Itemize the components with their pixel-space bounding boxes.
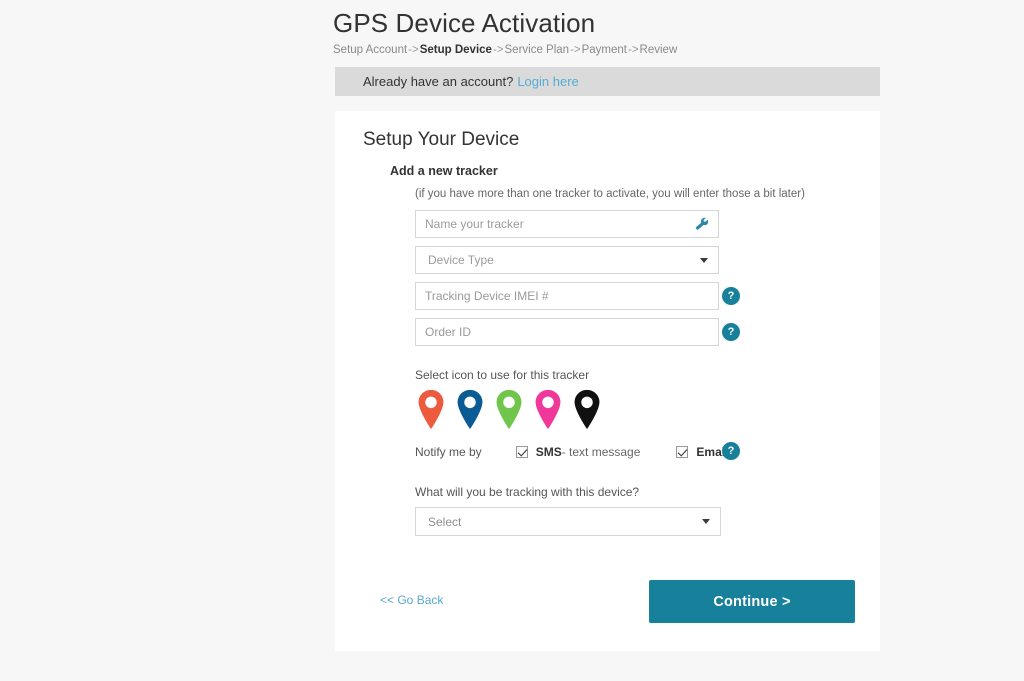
breadcrumb-step-setup-device[interactable]: Setup Device (420, 44, 492, 56)
tracker-name-placeholder: Name your tracker (425, 217, 524, 231)
notify-label: Notify me by (415, 445, 482, 459)
map-pin-pink-option[interactable] (530, 388, 566, 432)
page-header: GPS Device Activation Setup Account->Set… (333, 0, 893, 58)
chevron-down-icon (700, 257, 708, 263)
imei-input[interactable]: Tracking Device IMEI # (415, 282, 719, 310)
login-here-link[interactable]: Login here (517, 74, 578, 89)
sms-label-strong: SMS (535, 445, 562, 459)
breadcrumb-separator: -> (570, 44, 581, 56)
icon-picker-label: Select icon to use for this tracker (415, 368, 590, 382)
notify-help-icon[interactable]: ? (722, 442, 740, 460)
email-checkbox[interactable] (676, 446, 689, 458)
sms-checkbox[interactable] (515, 446, 528, 458)
icon-picker (413, 388, 605, 432)
go-back-link[interactable]: << Go Back (380, 593, 443, 607)
page-title: GPS Device Activation (333, 8, 596, 38)
map-pin-green-option[interactable] (491, 388, 527, 432)
section-heading-add-tracker: Add a new tracker (390, 164, 498, 178)
notify-row: Notify me by SMS - text message Email (415, 445, 728, 459)
device-type-select[interactable]: Device Type (415, 246, 719, 274)
imei-placeholder: Tracking Device IMEI # (425, 289, 549, 303)
breadcrumb-step-service-plan[interactable]: Service Plan (505, 44, 570, 56)
order-id-placeholder: Order ID (425, 325, 472, 339)
tracking-type-value: Select (428, 514, 462, 529)
breadcrumb: Setup Account->Setup Device->Service Pla… (333, 42, 893, 58)
breadcrumb-step-setup-account[interactable]: Setup Account (333, 44, 407, 56)
card-title: Setup Your Device (363, 129, 520, 150)
setup-device-card: Setup Your Device Add a new tracker (if … (335, 111, 880, 651)
breadcrumb-separator: -> (492, 44, 504, 56)
device-type-value: Device Type (428, 253, 494, 267)
order-id-help-icon[interactable]: ? (722, 323, 740, 341)
breadcrumb-separator: -> (628, 44, 639, 56)
breadcrumb-separator: -> (408, 44, 419, 56)
section-note: (if you have more than one tracker to ac… (415, 188, 805, 200)
sms-label-rest: - text message (561, 445, 641, 459)
tracker-name-input[interactable]: Name your tracker (415, 210, 719, 238)
order-id-input[interactable]: Order ID (415, 318, 719, 346)
login-alert-bar: Already have an account? Login here (335, 67, 880, 96)
map-pin-orange-option[interactable] (413, 388, 449, 432)
chevron-down-icon (702, 519, 710, 524)
map-pin-blue-option[interactable] (452, 388, 488, 432)
continue-button[interactable]: Continue > (649, 580, 855, 623)
map-pin-black-option[interactable] (569, 388, 605, 432)
breadcrumb-step-payment[interactable]: Payment (582, 44, 627, 56)
wrench-icon (695, 217, 709, 230)
tracking-type-select[interactable]: Select (415, 507, 721, 536)
tracking-question-label: What will you be tracking with this devi… (415, 485, 640, 499)
breadcrumb-step-review[interactable]: Review (640, 44, 678, 56)
imei-help-icon[interactable]: ? (722, 287, 740, 305)
login-alert-text: Already have an account? (363, 74, 514, 89)
